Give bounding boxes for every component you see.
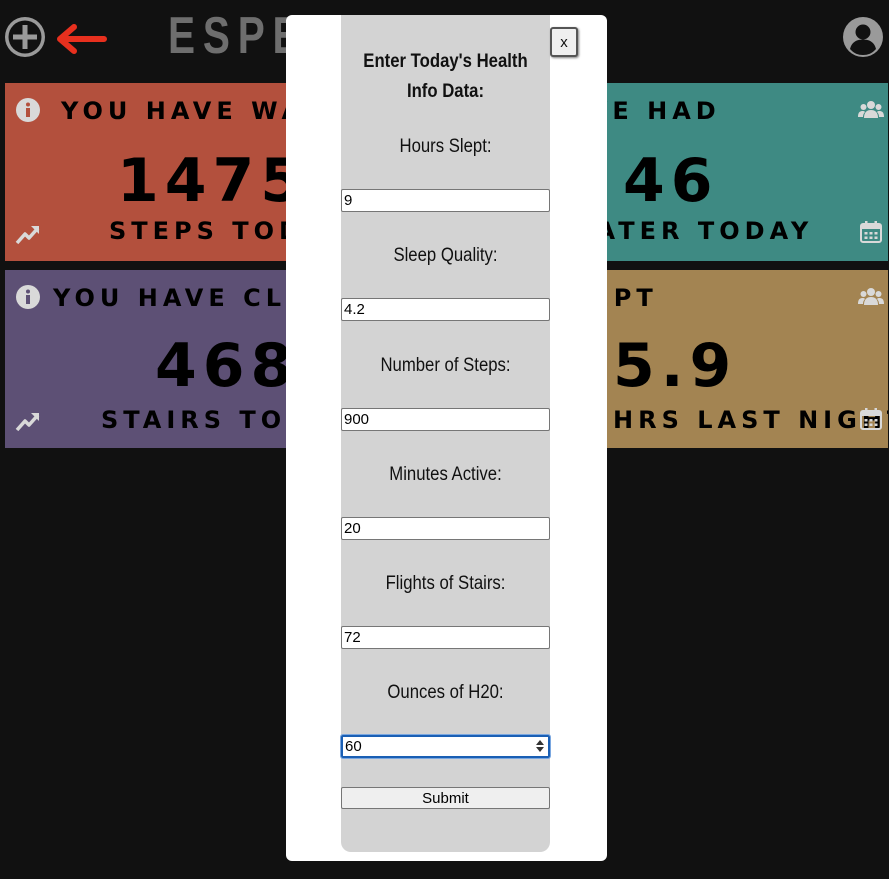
flights-of-stairs-label: Flights of Stairs: (385, 573, 506, 594)
form-title: Enter Today's Health Info Data: (363, 51, 528, 102)
ounces-of-water-input[interactable] (340, 734, 551, 759)
sleep-card-subtitle: HRS LAST NIGHT (613, 406, 888, 434)
stairs-card-value: 468 (155, 331, 299, 401)
number-of-steps-label: Number of Steps: (380, 355, 511, 376)
calendar-icon[interactable] (858, 219, 884, 245)
ounces-of-water-label: Ounces of H20: (387, 682, 504, 703)
hours-slept-label: Hours Slept: (399, 136, 492, 157)
sleep-quality-input[interactable] (341, 298, 550, 321)
sleep-quality-label: Sleep Quality: (393, 245, 498, 266)
info-circle-icon[interactable] (15, 284, 41, 310)
close-button[interactable]: x (550, 27, 578, 57)
ounces-of-water-field (340, 734, 551, 759)
calendar-icon[interactable] (858, 406, 884, 432)
health-info-form: Enter Today's Health Info Data: Hours Sl… (340, 15, 551, 852)
minutes-active-label: Minutes Active: (389, 464, 502, 485)
flights-of-stairs-input[interactable] (341, 626, 550, 649)
submit-button[interactable]: Submit (341, 787, 550, 809)
trending-up-icon[interactable] (15, 221, 41, 247)
health-info-modal: Enter Today's Health Info Data: Hours Sl… (286, 15, 607, 861)
arrow-left-icon (57, 24, 107, 54)
minutes-active-input[interactable] (341, 517, 550, 540)
water-card-value: 46 (623, 146, 719, 216)
trending-up-icon[interactable] (15, 408, 41, 434)
sleep-card-value: 5.9 (613, 331, 738, 401)
spinner-arrows-icon[interactable] (536, 740, 544, 752)
hours-slept-input[interactable] (341, 189, 550, 212)
steps-card-value: 1475 (117, 146, 308, 216)
user-circle-icon[interactable] (842, 16, 884, 58)
plus-circle-icon[interactable] (4, 16, 46, 58)
users-icon[interactable] (858, 284, 884, 310)
number-of-steps-input[interactable] (341, 408, 550, 431)
users-icon[interactable] (858, 97, 884, 123)
info-circle-icon[interactable] (15, 97, 41, 123)
